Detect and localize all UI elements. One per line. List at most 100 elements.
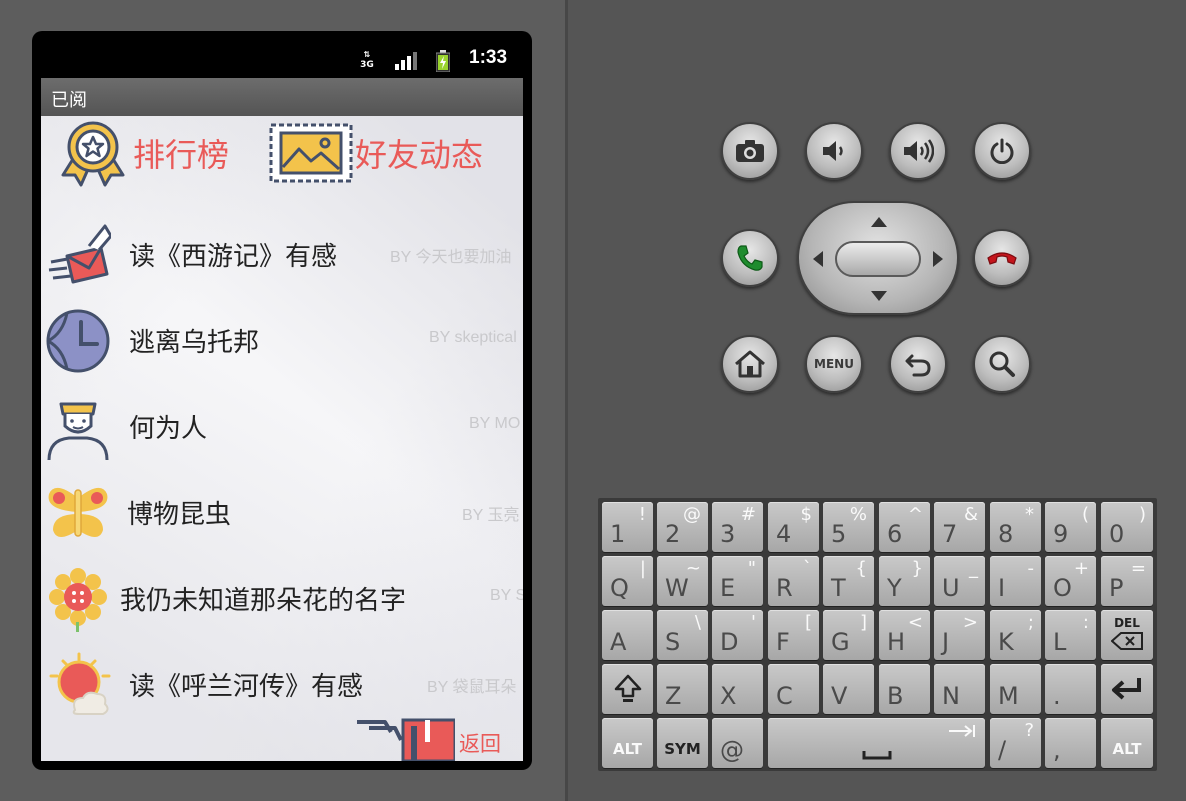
key-label: P xyxy=(1109,574,1124,602)
key-shift[interactable] xyxy=(602,664,653,714)
list-item[interactable]: 读《西游记》有感 BY 今天也要加油 xyxy=(41,210,523,296)
key-t[interactable]: T{ xyxy=(823,556,874,606)
friends-feed-button[interactable]: 好友动态 xyxy=(267,116,483,190)
back-button[interactable]: 返回 xyxy=(355,718,523,761)
menu-button[interactable]: MENU xyxy=(805,335,863,393)
key-w[interactable]: W ~ xyxy=(657,556,708,606)
enter-icon xyxy=(1112,678,1141,700)
key-label: 4 xyxy=(776,520,792,548)
key-label: N xyxy=(942,682,960,710)
list-item[interactable]: 博物昆虫 BY 玉亮 xyxy=(41,468,523,554)
sun-cloud-icon xyxy=(49,652,111,715)
key-b[interactable]: B xyxy=(879,664,930,714)
key-7[interactable]: 7 & xyxy=(934,502,985,552)
key-4[interactable]: 4 $ xyxy=(768,502,819,552)
key-g[interactable]: G] xyxy=(823,610,874,660)
key-label: 5 xyxy=(831,520,847,548)
dpad-down-icon[interactable] xyxy=(871,291,887,301)
list-item[interactable]: 何为人 BY MO xyxy=(41,382,523,468)
hardware-keyboard: 1! 2 @ 3 # 4 $ 5% 6 ^ 7 & 8 * 9( 0) Q | W ~ E " R… xyxy=(598,498,1157,771)
key-alt-label: ) xyxy=(1138,504,1146,525)
list-item[interactable]: 逃离乌托邦 BY skeptical xyxy=(41,296,523,382)
network-indicator: ⇅ 3G xyxy=(359,50,375,70)
key-i[interactable]: I- xyxy=(990,556,1041,606)
key-s[interactable]: S \ xyxy=(657,610,708,660)
key-label: T xyxy=(831,574,846,602)
key-d[interactable]: D ' xyxy=(712,610,763,660)
volume-down-button[interactable] xyxy=(805,122,863,180)
dpad-right-icon[interactable] xyxy=(933,251,943,267)
key-r[interactable]: R ` xyxy=(768,556,819,606)
key-sym[interactable]: SYM xyxy=(657,718,708,768)
key-9[interactable]: 9( xyxy=(1045,502,1096,552)
volume-up-button[interactable] xyxy=(889,122,947,180)
key-m[interactable]: M xyxy=(990,664,1041,714)
home-button[interactable] xyxy=(721,335,779,393)
key-z[interactable]: Z xyxy=(657,664,708,714)
key-alt-label: ( xyxy=(1081,504,1089,525)
key-j[interactable]: J > xyxy=(934,610,985,660)
key-1[interactable]: 1! xyxy=(602,502,653,552)
key-l[interactable]: L: xyxy=(1045,610,1096,660)
key-del[interactable]: DEL xyxy=(1101,610,1153,660)
dpad[interactable] xyxy=(797,201,959,315)
dpad-left-icon[interactable] xyxy=(813,251,823,267)
key-at[interactable]: @ xyxy=(712,718,763,768)
key-2[interactable]: 2 @ xyxy=(657,502,708,552)
phone-screen: ⇅ 3G 1:33 已阅 排行榜 好友动态 读《西游记》有感 BY 今天也要加油… xyxy=(41,42,523,761)
key-6[interactable]: 6 ^ xyxy=(879,502,930,552)
list-item[interactable]: 我仍未知道那朵花的名字 BY S xyxy=(41,554,523,640)
end-call-button[interactable] xyxy=(973,229,1031,287)
key-e[interactable]: E " xyxy=(712,556,763,606)
back-hardware-button[interactable] xyxy=(889,335,947,393)
ranking-label: 排行榜 xyxy=(133,136,230,174)
power-button[interactable] xyxy=(973,122,1031,180)
key-label: D xyxy=(720,628,739,656)
key-k[interactable]: K; xyxy=(990,610,1041,660)
dpad-up-icon[interactable] xyxy=(871,217,887,227)
key-alt-label: \ xyxy=(694,612,701,633)
power-icon xyxy=(990,138,1014,164)
key-comma[interactable]: , xyxy=(1045,718,1096,768)
camera-button[interactable] xyxy=(721,122,779,180)
key-label: 1 xyxy=(610,520,626,548)
key-period[interactable]: . xyxy=(1045,664,1096,714)
key-y[interactable]: Y} xyxy=(879,556,930,606)
camera-icon xyxy=(736,140,764,162)
key-n[interactable]: N xyxy=(934,664,985,714)
key-label: 7 xyxy=(942,520,958,548)
key-label: H xyxy=(887,628,906,656)
key-8[interactable]: 8 * xyxy=(990,502,1041,552)
key-label: 2 xyxy=(665,520,681,548)
key-alt-left[interactable]: ALT xyxy=(602,718,653,768)
key-5[interactable]: 5% xyxy=(823,502,874,552)
key-label: C xyxy=(776,682,793,710)
key-f[interactable]: F[ xyxy=(768,610,819,660)
key-v[interactable]: V xyxy=(823,664,874,714)
key-3[interactable]: 3 # xyxy=(712,502,763,552)
key-u[interactable]: U _ xyxy=(934,556,985,606)
key-label: E xyxy=(720,574,736,602)
key-label: 8 xyxy=(998,520,1014,548)
key-0[interactable]: 0) xyxy=(1101,502,1153,552)
key-alt-right[interactable]: ALT xyxy=(1101,718,1153,768)
dpad-center-button[interactable] xyxy=(835,241,921,277)
key-o[interactable]: O + xyxy=(1045,556,1096,606)
key-a[interactable]: A xyxy=(602,610,653,660)
key-label: B xyxy=(887,682,904,710)
list-item[interactable]: 读《呼兰河传》有感 BY 袋鼠耳朵 xyxy=(41,640,523,726)
ranking-button[interactable]: 排行榜 xyxy=(59,116,229,190)
key-h[interactable]: H < xyxy=(879,610,930,660)
key-space[interactable] xyxy=(768,718,985,768)
search-button[interactable] xyxy=(973,335,1031,393)
key-alt-label: ! xyxy=(638,504,646,525)
call-button[interactable] xyxy=(721,229,779,287)
key-enter[interactable] xyxy=(1101,664,1153,714)
key-q[interactable]: Q | xyxy=(602,556,653,606)
key-c[interactable]: C xyxy=(768,664,819,714)
key-slash[interactable]: /? xyxy=(990,718,1041,768)
key-x[interactable]: X xyxy=(712,664,763,714)
key-label: Y xyxy=(887,574,902,602)
key-p[interactable]: P = xyxy=(1101,556,1153,606)
stamp-icon xyxy=(269,123,353,183)
